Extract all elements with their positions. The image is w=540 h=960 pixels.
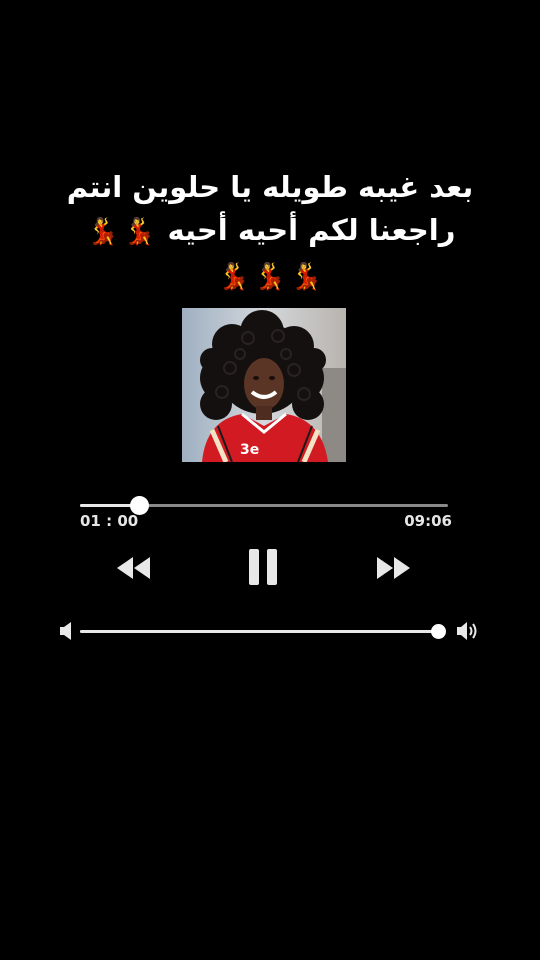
volume-low-icon[interactable] xyxy=(58,620,76,642)
caption-line-2-text: راجعنا لكم أحيه أحيه xyxy=(167,213,456,247)
dancer-icon: 💃 xyxy=(86,217,119,247)
progress-slider[interactable] xyxy=(80,496,448,515)
dancer-icon: 💃 xyxy=(217,262,250,292)
svg-text:3e: 3e xyxy=(240,442,259,458)
rewind-icon xyxy=(117,557,150,579)
pause-button[interactable] xyxy=(246,548,280,586)
volume-slider[interactable] xyxy=(80,624,447,639)
volume-fill xyxy=(80,630,439,633)
pause-icon xyxy=(249,549,277,585)
dancer-emoji-group-2: 💃 💃 💃 xyxy=(215,254,324,299)
album-cover-image: 3e xyxy=(182,308,346,462)
volume-thumb[interactable] xyxy=(431,624,447,639)
volume-high-icon[interactable] xyxy=(455,618,481,644)
dancer-icon: 💃 xyxy=(290,262,323,292)
caption-line-1: بعد غيبه طويله يا حلوين انتم xyxy=(66,170,474,204)
elapsed-time: 01 : 00 xyxy=(80,512,139,530)
dancer-icon: 💃 xyxy=(122,217,156,247)
caption-line-2: راجعنا لكم أحيه أحيه 💃 💃 xyxy=(20,209,520,254)
dancer-emoji-group-1: 💃 💃 xyxy=(85,209,158,254)
fast-forward-button[interactable] xyxy=(374,555,412,581)
album-cover: 3e xyxy=(182,308,346,462)
rewind-button[interactable] xyxy=(115,555,153,581)
dancer-icon: 💃 xyxy=(253,262,287,292)
fast-forward-icon xyxy=(377,557,410,579)
total-time: 09:06 xyxy=(404,512,452,530)
caption-line-3: 💃 💃 💃 xyxy=(20,254,520,299)
caption: بعد غيبه طويله يا حلوين انتم راجعنا لكم … xyxy=(20,166,520,299)
